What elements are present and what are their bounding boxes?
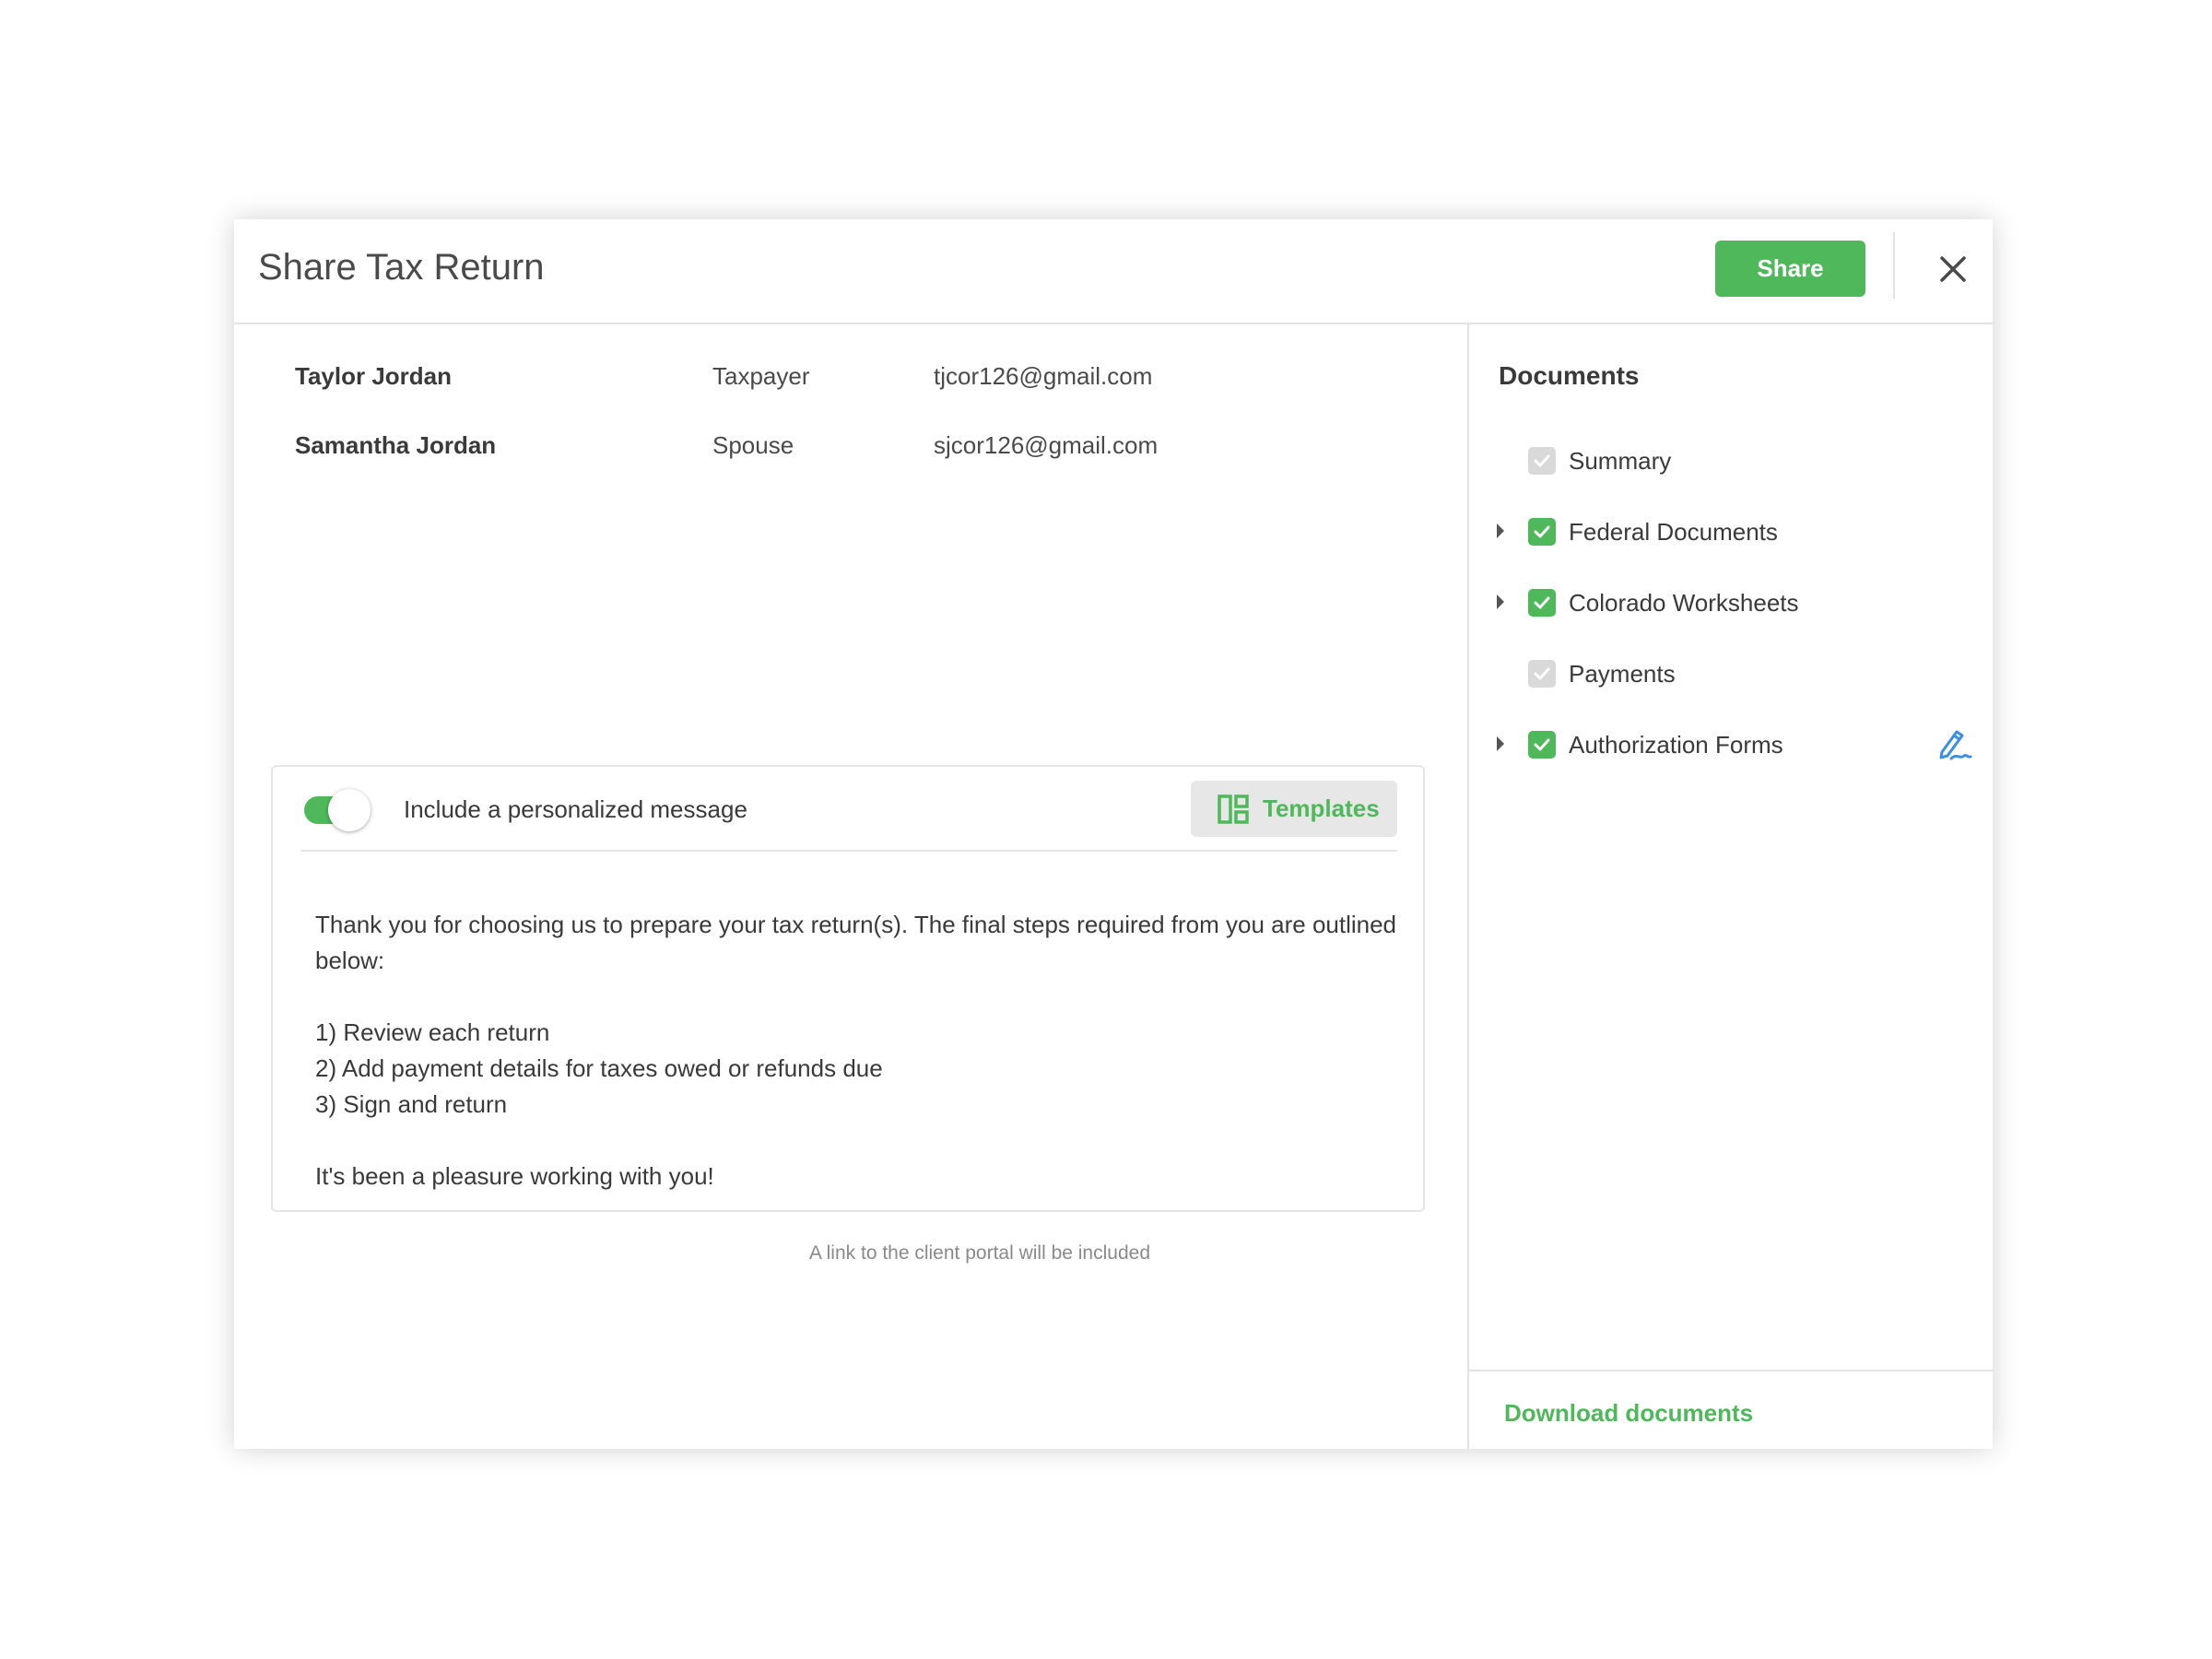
personalized-message-toggle[interactable] (300, 789, 371, 831)
portal-link-note: A link to the client portal will be incl… (808, 1242, 1150, 1264)
close-icon (1940, 256, 1966, 282)
templates-label: Templates (1263, 794, 1380, 822)
documents-footer: Download documents (1469, 1370, 1993, 1449)
summary-checkbox[interactable] (1528, 447, 1556, 475)
share-tax-return-modal: Share Tax Return Share Taylor Jordan Tax… (234, 219, 1993, 1449)
recipient-row: Samantha Jordan Spouse sjcor126@gmail.co… (295, 431, 1401, 465)
toggle-knob (328, 789, 371, 831)
document-item-payments: Payments (1469, 653, 1993, 694)
expand-caret-icon[interactable] (1497, 594, 1504, 609)
share-details-pane: Taylor Jordan Taxpayer tjcor126@gmail.co… (234, 324, 1467, 1449)
recipient-email: sjcor126@gmail.com (934, 431, 1159, 459)
colorado-worksheets-checkbox[interactable] (1528, 589, 1556, 617)
share-button[interactable]: Share (1715, 241, 1865, 297)
documents-title: Documents (1499, 361, 1640, 390)
expand-caret-icon[interactable] (1497, 736, 1504, 751)
templates-button[interactable]: Templates (1191, 781, 1397, 837)
check-icon (1534, 525, 1550, 538)
document-label: Summary (1569, 447, 1672, 475)
header-divider (1893, 232, 1895, 299)
signature-pen-icon[interactable] (1933, 724, 1973, 765)
federal-documents-checkbox[interactable] (1528, 518, 1556, 546)
document-item-summary: Summary (1469, 441, 1993, 481)
message-options-bar: Include a personalized message Templates (300, 767, 1397, 852)
check-icon (1534, 667, 1550, 680)
modal-title: Share Tax Return (258, 247, 545, 288)
document-item-authorization: Authorization Forms (1469, 724, 1993, 765)
check-icon (1534, 454, 1550, 467)
templates-layout-icon (1218, 794, 1249, 824)
document-label: Colorado Worksheets (1569, 589, 1799, 617)
message-card: Include a personalized message Templates… (271, 765, 1425, 1212)
recipient-email: tjcor126@gmail.com (934, 362, 1153, 390)
message-intro: Thank you for choosing us to prepare you… (315, 911, 1397, 974)
personalized-message-label: Include a personalized message (404, 795, 747, 823)
message-text-area[interactable]: Thank you for choosing us to prepare you… (315, 907, 1403, 1194)
document-label: Authorization Forms (1569, 731, 1783, 759)
expand-caret-icon[interactable] (1497, 524, 1504, 538)
authorization-forms-checkbox[interactable] (1528, 731, 1556, 759)
documents-pane: Documents Summary Federal Documents Colo… (1467, 324, 1993, 1449)
recipient-name: Samantha Jordan (295, 431, 497, 459)
recipient-name: Taylor Jordan (295, 362, 453, 390)
message-step: 1) Review each return (315, 1018, 550, 1046)
recipient-row: Taylor Jordan Taxpayer tjcor126@gmail.co… (295, 362, 1401, 395)
message-step: 2) Add payment details for taxes owed or… (315, 1054, 883, 1082)
document-item-federal: Federal Documents (1469, 512, 1993, 552)
check-icon (1534, 738, 1550, 751)
check-icon (1534, 596, 1550, 609)
document-item-colorado: Colorado Worksheets (1469, 582, 1993, 623)
download-documents-link[interactable]: Download documents (1504, 1399, 1753, 1428)
payments-checkbox[interactable] (1528, 660, 1556, 688)
document-label: Federal Documents (1569, 518, 1778, 546)
message-closing: It's been a pleasure working with you! (315, 1162, 714, 1190)
modal-header: Share Tax Return Share (234, 219, 1993, 324)
recipient-role: Spouse (712, 431, 794, 459)
message-step: 3) Sign and return (315, 1090, 508, 1118)
document-label: Payments (1569, 660, 1676, 688)
recipient-role: Taxpayer (712, 362, 810, 390)
close-button[interactable] (1924, 240, 1983, 299)
